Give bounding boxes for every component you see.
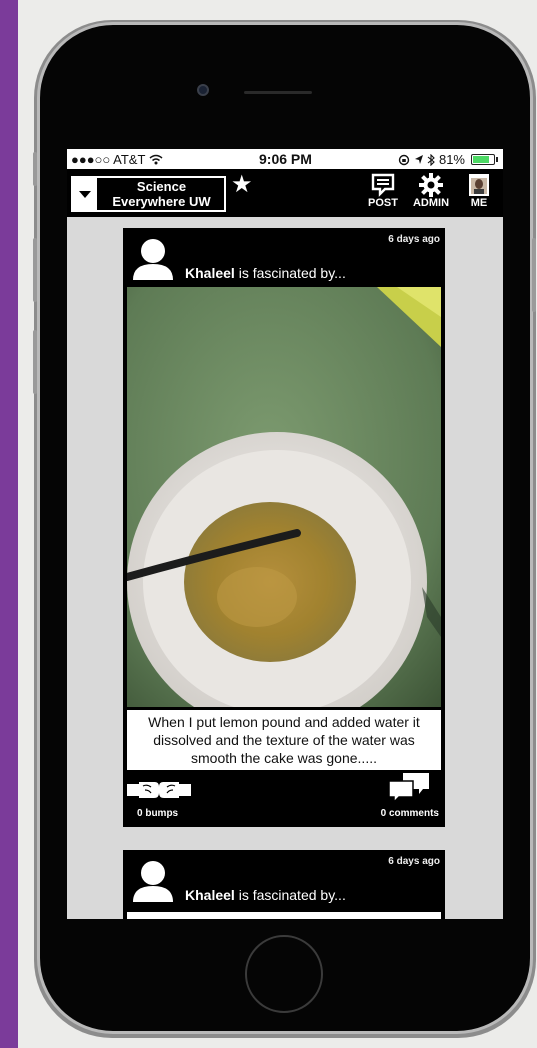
app-header: Science Everywhere UW ★ POST ADMIN ME [67, 169, 503, 217]
volume-down-button [33, 330, 37, 394]
comment-count: 0 comments [380, 808, 439, 819]
bump-button[interactable] [127, 778, 191, 800]
me-label: ME [470, 197, 488, 209]
profile-avatar-icon [469, 174, 489, 196]
comment-button[interactable] [388, 773, 429, 804]
front-camera [197, 84, 209, 96]
status-bar: ●●●○○ AT&T 9:06 PM 81% [67, 149, 503, 169]
post-card[interactable]: 6 days ago Khaleel is fascinated by... [123, 850, 445, 919]
post-time-ago: 6 days ago [388, 234, 440, 245]
group-name: Science Everywhere UW [112, 179, 211, 209]
post-headline: Khaleel is fascinated by... [185, 887, 346, 903]
me-button[interactable]: ME [463, 173, 495, 209]
status-time: 9:06 PM [259, 151, 312, 167]
admin-label: ADMIN [412, 197, 450, 209]
carrier-signal: ●●●○○ AT&T [71, 152, 163, 167]
home-button[interactable] [245, 935, 323, 1013]
gear-icon [419, 173, 443, 197]
post-icon [371, 173, 395, 197]
battery-icon [471, 154, 498, 165]
rotation-lock-icon [398, 154, 410, 166]
volume-up-button [33, 238, 37, 302]
earpiece-speaker [244, 91, 312, 94]
star-icon[interactable]: ★ [231, 173, 253, 197]
bump-count: 0 bumps [137, 808, 179, 819]
wifi-icon [149, 154, 163, 165]
comments-icon [388, 773, 429, 804]
location-arrow-icon [414, 155, 423, 164]
page-accent-bar [0, 0, 18, 1048]
post-button[interactable]: POST [363, 173, 403, 209]
fist-bump-icon [127, 782, 191, 798]
admin-button[interactable]: ADMIN [407, 173, 455, 209]
caret-down-icon [79, 191, 91, 198]
mute-switch [33, 152, 37, 186]
post-photo[interactable] [127, 912, 441, 919]
post-headline: Khaleel is fascinated by... [185, 265, 346, 281]
post-label: POST [368, 197, 398, 209]
phone-screen: ●●●○○ AT&T 9:06 PM 81% Science Everywher… [67, 149, 503, 919]
bluetooth-icon [427, 153, 436, 167]
post-caption: When I put lemon pound and added water i… [127, 710, 441, 770]
post-time-ago: 6 days ago [388, 856, 440, 867]
group-selector[interactable]: Science Everywhere UW [71, 176, 226, 212]
user-avatar-icon [133, 239, 173, 280]
post-card[interactable]: 6 days ago Khaleel is fascinated by... [123, 228, 445, 827]
cup-photo [127, 287, 441, 707]
user-avatar-icon [133, 861, 173, 902]
power-button [532, 238, 536, 312]
post-photo[interactable] [127, 287, 441, 707]
status-right: 81% [398, 152, 465, 167]
